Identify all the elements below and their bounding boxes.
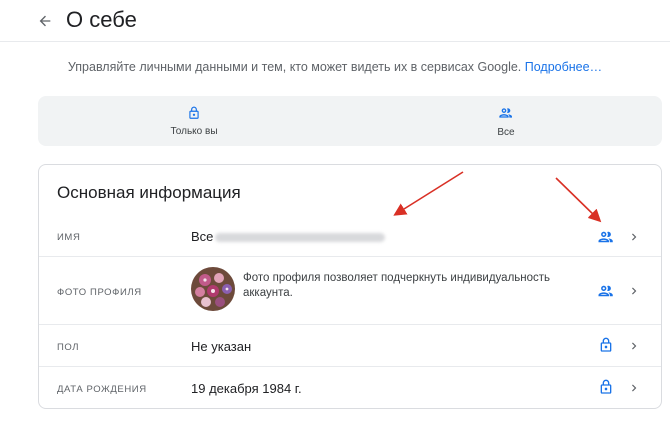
name-value-text: Все xyxy=(191,229,214,244)
avatar xyxy=(191,267,235,311)
intro-text: Управляйте личными данными и тем, кто мо… xyxy=(0,60,670,74)
row-gender[interactable]: Пол Не указан xyxy=(39,325,661,367)
avatar-image xyxy=(191,267,235,311)
lock-icon xyxy=(189,106,199,119)
row-photo-description: Фото профиля позволяет подчеркнуть индив… xyxy=(243,272,551,299)
lock-icon xyxy=(600,337,612,352)
chevron-right-icon xyxy=(632,287,637,295)
row-gender-label: Пол xyxy=(57,342,80,353)
people-icon xyxy=(598,285,613,297)
learn-more-link[interactable]: Подробнее… xyxy=(525,60,602,74)
arrow-back-icon xyxy=(39,15,51,27)
row-name[interactable]: Имя Все xyxy=(39,217,661,257)
chevron-right-icon xyxy=(632,233,637,241)
row-birthday-value: 19 декабря 1984 г. xyxy=(191,381,302,396)
basic-info-card: Основная информация Имя Все Фото профиля xyxy=(38,164,662,409)
people-icon xyxy=(499,107,512,118)
chevron-right-icon xyxy=(632,342,637,350)
people-icon xyxy=(598,231,613,243)
back-button[interactable] xyxy=(34,10,56,32)
row-gender-value: Не указан xyxy=(191,339,252,354)
blurred-text xyxy=(215,233,386,243)
row-photo-label: Фото профиля xyxy=(57,287,142,298)
row-birthday[interactable]: Дата рождения 19 декабря 1984 г. xyxy=(39,367,661,408)
legend-everyone: Все xyxy=(350,96,662,146)
card-title: Основная информация xyxy=(57,183,241,202)
intro-description: Управляйте личными данными и тем, кто мо… xyxy=(67,60,522,74)
row-profile-photo[interactable]: Фото профиля Фото профиля позволяет подч… xyxy=(39,257,661,325)
row-name-label: Имя xyxy=(57,232,81,243)
top-bar: О себе xyxy=(0,0,670,42)
legend-only-you-label: Только вы xyxy=(170,125,218,137)
lock-icon xyxy=(600,379,612,394)
legend-only-you: Только вы xyxy=(38,96,350,146)
chevron-right-icon xyxy=(632,384,637,392)
visibility-legend: Только вы Все xyxy=(38,96,662,146)
page-title: О себе xyxy=(66,7,137,32)
legend-everyone-label: Все xyxy=(497,126,515,138)
row-name-value: Все xyxy=(191,229,386,244)
row-birthday-label: Дата рождения xyxy=(57,384,147,395)
